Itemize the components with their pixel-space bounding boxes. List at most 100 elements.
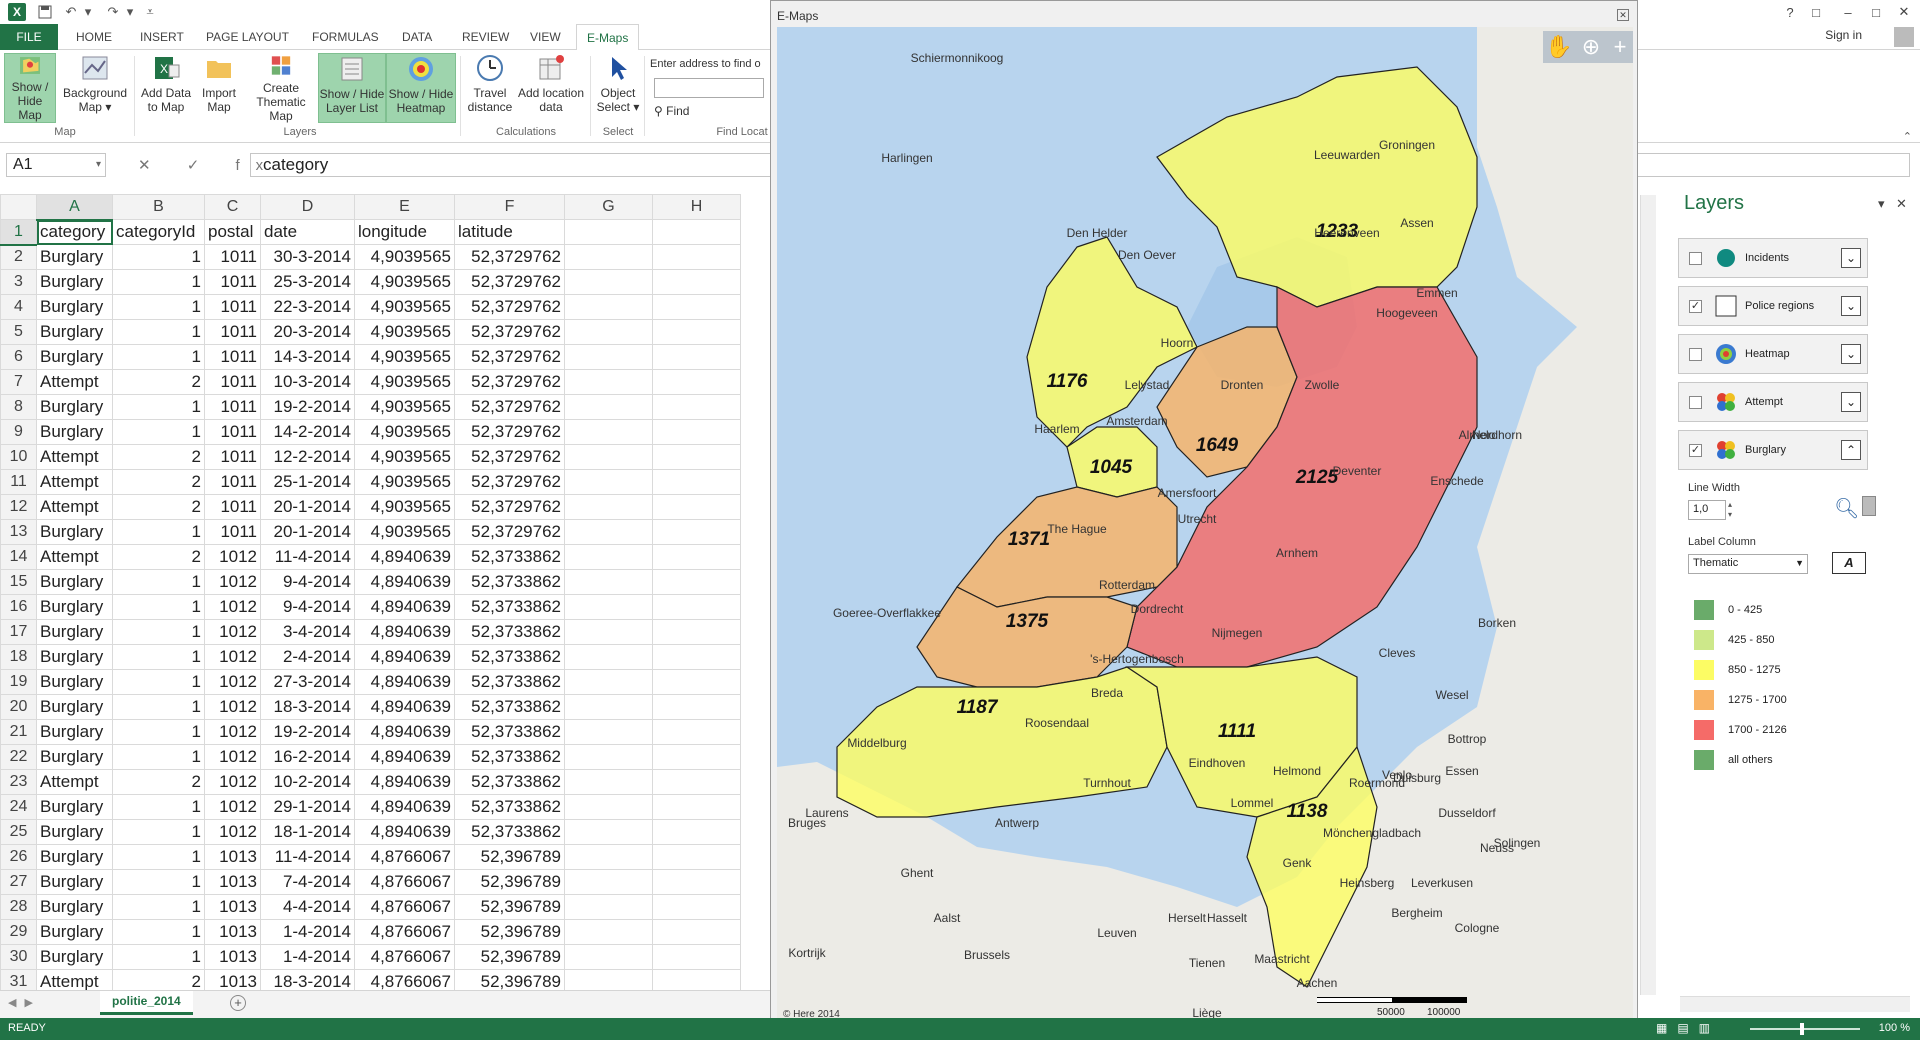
minimize-icon[interactable]: –: [1834, 2, 1862, 22]
cell[interactable]: [564, 594, 653, 620]
cell[interactable]: 4,8766067: [354, 869, 455, 895]
cell[interactable]: latitude: [454, 219, 565, 245]
cell[interactable]: 4,9039565: [354, 244, 455, 270]
cell[interactable]: Burglary: [36, 319, 113, 345]
layer-burglary[interactable]: ✓ Burglary ⌃: [1678, 430, 1868, 470]
help-icon[interactable]: ?: [1776, 2, 1804, 22]
cell[interactable]: 2: [112, 769, 205, 795]
panel-options-icon[interactable]: ▾: [1878, 196, 1885, 212]
sheet-tab-politie-2014[interactable]: politie_2014: [100, 991, 193, 1015]
cell[interactable]: 4,8940639: [354, 819, 455, 845]
cell[interactable]: 30-3-2014: [260, 244, 355, 270]
cell[interactable]: 52,3729762: [454, 494, 565, 520]
cell[interactable]: 4,9039565: [354, 294, 455, 320]
cell[interactable]: 2: [112, 369, 205, 395]
column-header[interactable]: G: [564, 194, 653, 220]
cell[interactable]: 52,3733862: [454, 544, 565, 570]
cell[interactable]: [652, 769, 741, 795]
layer-checkbox[interactable]: [1689, 396, 1702, 409]
row-header[interactable]: 14: [0, 544, 37, 570]
cell[interactable]: [564, 644, 653, 670]
row-header[interactable]: 19: [0, 669, 37, 695]
row-header[interactable]: 4: [0, 294, 37, 320]
column-header[interactable]: C: [204, 194, 261, 220]
cell[interactable]: 52,3733862: [454, 819, 565, 845]
name-box[interactable]: A1 ▾: [6, 153, 106, 177]
line-width-input[interactable]: 1,0: [1688, 500, 1726, 520]
cell[interactable]: Burglary: [36, 669, 113, 695]
cell[interactable]: [564, 394, 653, 420]
cell[interactable]: 52,3733862: [454, 619, 565, 645]
cell[interactable]: [564, 719, 653, 745]
cell[interactable]: [564, 744, 653, 770]
row-header[interactable]: 10: [0, 444, 37, 470]
collapse-ribbon-icon[interactable]: ⌃: [1903, 130, 1912, 143]
cell[interactable]: 52,3733862: [454, 594, 565, 620]
cell[interactable]: 2-4-2014: [260, 644, 355, 670]
cell[interactable]: [564, 469, 653, 495]
row-header[interactable]: 20: [0, 694, 37, 720]
cell[interactable]: 52,396789: [454, 944, 565, 970]
cell[interactable]: 4,9039565: [354, 269, 455, 295]
layer-heatmap[interactable]: Heatmap ⌄: [1678, 334, 1868, 374]
cell[interactable]: 52,3733862: [454, 769, 565, 795]
create-thematic-map-button[interactable]: Create Thematic Map: [244, 53, 318, 123]
cell[interactable]: 11-4-2014: [260, 544, 355, 570]
cell[interactable]: [652, 694, 741, 720]
row-header[interactable]: 9: [0, 419, 37, 445]
zoom-to-layer-icon[interactable]: 🔍︎: [1834, 496, 1859, 521]
cell[interactable]: [652, 444, 741, 470]
cell[interactable]: 1: [112, 594, 205, 620]
cell[interactable]: 52,396789: [454, 894, 565, 920]
cell[interactable]: 18-3-2014: [260, 694, 355, 720]
cell[interactable]: 1: [112, 694, 205, 720]
layer-checkbox[interactable]: ✓: [1689, 444, 1702, 457]
cell[interactable]: [564, 219, 653, 245]
cell[interactable]: 52,3729762: [454, 294, 565, 320]
cell[interactable]: 1012: [204, 569, 261, 595]
cell[interactable]: 1011: [204, 294, 261, 320]
line-width-spinner-icon[interactable]: ▴ ▾: [1728, 500, 1732, 520]
cell[interactable]: 14-3-2014: [260, 344, 355, 370]
cell[interactable]: 52,3733862: [454, 694, 565, 720]
background-map-button[interactable]: Background Map ▾: [60, 53, 130, 123]
layer-attempt[interactable]: Attempt ⌄: [1678, 382, 1868, 422]
cell[interactable]: 4,8766067: [354, 894, 455, 920]
row-header[interactable]: 16: [0, 594, 37, 620]
cell[interactable]: 4,8940639: [354, 544, 455, 570]
cell[interactable]: 52,396789: [454, 844, 565, 870]
cell[interactable]: [652, 594, 741, 620]
cell[interactable]: 1-4-2014: [260, 944, 355, 970]
cell[interactable]: 25-1-2014: [260, 469, 355, 495]
expand-icon[interactable]: ⌄: [1841, 392, 1861, 412]
tab-emaps[interactable]: E-Maps: [576, 24, 640, 51]
cell[interactable]: 1012: [204, 594, 261, 620]
cell[interactable]: [652, 569, 741, 595]
column-header[interactable]: B: [112, 194, 205, 220]
cell[interactable]: 9-4-2014: [260, 594, 355, 620]
cell[interactable]: 2: [112, 469, 205, 495]
cell[interactable]: 1012: [204, 794, 261, 820]
expand-icon[interactable]: ⌄: [1841, 296, 1861, 316]
cell[interactable]: 4,8766067: [354, 919, 455, 945]
tab-insert[interactable]: INSERT: [130, 24, 194, 50]
cell[interactable]: 11-4-2014: [260, 844, 355, 870]
cell[interactable]: Burglary: [36, 894, 113, 920]
cell[interactable]: Burglary: [36, 244, 113, 270]
cell[interactable]: Burglary: [36, 594, 113, 620]
cell[interactable]: 4,9039565: [354, 394, 455, 420]
cell[interactable]: Burglary: [36, 344, 113, 370]
cell[interactable]: 1: [112, 869, 205, 895]
cell[interactable]: Burglary: [36, 869, 113, 895]
row-header[interactable]: 8: [0, 394, 37, 420]
cell[interactable]: 1: [112, 419, 205, 445]
cell[interactable]: 1011: [204, 344, 261, 370]
cell[interactable]: 1: [112, 319, 205, 345]
cell[interactable]: 52,3729762: [454, 444, 565, 470]
cell[interactable]: 1: [112, 669, 205, 695]
cell[interactable]: 1011: [204, 444, 261, 470]
cell[interactable]: [564, 319, 653, 345]
row-header[interactable]: 2: [0, 244, 37, 270]
cell[interactable]: 1011: [204, 369, 261, 395]
cell[interactable]: 2: [112, 444, 205, 470]
